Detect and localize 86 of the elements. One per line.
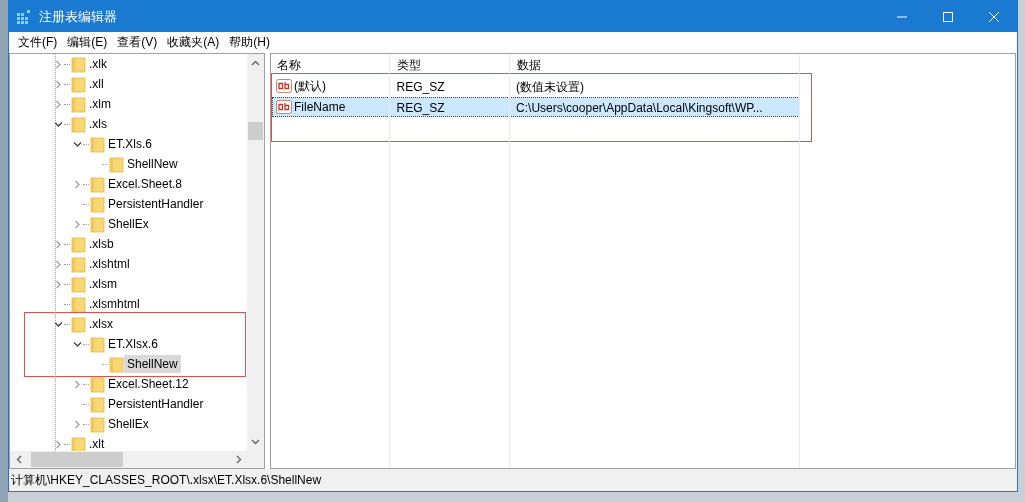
expand-chevron-icon[interactable] xyxy=(54,279,63,289)
maximize-icon[interactable] xyxy=(943,11,953,22)
folder-icon xyxy=(90,395,105,413)
tree-item[interactable]: .xlsb xyxy=(86,235,117,253)
menu-item[interactable]: 收藏夹(A) xyxy=(162,32,225,51)
menu-item[interactable]: 文件(F) xyxy=(13,32,63,51)
scroll-left-icon[interactable] xyxy=(16,455,22,464)
expand-chevron-icon[interactable] xyxy=(54,239,63,249)
folder-icon xyxy=(71,435,86,451)
tree-item[interactable]: .xlsx xyxy=(86,315,116,333)
table-cell: REG_SZ xyxy=(396,101,445,115)
value-row[interactable]: FileName REG_SZ C:\Users\cooper\AppData\Local\Kingsoft\WP... xyxy=(272,97,800,117)
folder-icon xyxy=(71,275,86,293)
table-cell: REG_SZ xyxy=(396,80,445,94)
folder-icon xyxy=(90,215,105,233)
registry-icon xyxy=(17,9,31,24)
collapse-chevron-icon[interactable] xyxy=(73,339,82,349)
expand-chevron-icon[interactable] xyxy=(54,79,63,89)
scroll-up-icon[interactable] xyxy=(251,60,260,66)
folder-icon xyxy=(71,75,86,93)
column-header[interactable]: 名称 xyxy=(271,54,391,76)
folder-icon xyxy=(90,195,105,213)
folder-icon xyxy=(71,235,86,253)
tree-item[interactable]: .xlshtml xyxy=(86,255,133,273)
collapse-chevron-icon[interactable] xyxy=(54,319,63,329)
tree-item[interactable]: PersistentHandler xyxy=(105,395,207,413)
tree-item[interactable]: .xlm xyxy=(86,95,114,113)
table-cell: (数值未设置) xyxy=(516,80,585,94)
status-bar-path: 计算机\HKEY_CLASSES_ROOT\.xlsx\ET.Xlsx.6\ShellNew xyxy=(11,472,322,489)
tree-item[interactable]: .xll xyxy=(86,75,107,93)
folder-icon xyxy=(71,315,86,333)
expand-chevron-icon[interactable] xyxy=(73,419,82,429)
folder-icon xyxy=(90,415,105,433)
tree-item[interactable]: Excel.Sheet.8 xyxy=(105,175,186,193)
folder-icon xyxy=(109,155,124,173)
tree-item[interactable]: .xlt xyxy=(86,435,108,451)
folder-icon xyxy=(109,355,124,373)
folder-icon xyxy=(90,375,105,393)
expand-chevron-icon[interactable] xyxy=(54,439,63,449)
tree-item[interactable]: PersistentHandler xyxy=(105,195,207,213)
scroll-right-icon[interactable] xyxy=(236,455,242,464)
column-header[interactable]: 类型 xyxy=(391,54,511,76)
table-cell: C:\Users\cooper\AppData\Local\Kingsoft\WP... xyxy=(516,101,763,115)
expand-chevron-icon[interactable] xyxy=(54,259,63,269)
folder-icon xyxy=(71,55,86,73)
value-row[interactable]: (默认) REG_SZ (数值未设置) xyxy=(272,76,800,96)
menu-item[interactable]: 查看(V) xyxy=(112,32,163,51)
tree-item[interactable]: ET.Xls.6 xyxy=(105,135,155,153)
folder-icon xyxy=(71,295,86,313)
window-title: 注册表编辑器 xyxy=(39,7,117,26)
table-cell-text: FileName xyxy=(293,99,346,116)
vertical-scrollbar[interactable] xyxy=(247,54,264,451)
column-header[interactable]: 数据 xyxy=(511,54,801,76)
tree-item[interactable]: .xlsmhtml xyxy=(86,295,143,313)
scroll-down-icon[interactable] xyxy=(251,439,260,445)
folder-icon xyxy=(90,175,105,193)
expand-chevron-icon[interactable] xyxy=(73,179,82,189)
menu-item[interactable]: 编辑(E) xyxy=(62,32,113,51)
scroll-thumb[interactable] xyxy=(31,452,123,467)
expand-chevron-icon[interactable] xyxy=(73,219,82,229)
horizontal-scrollbar[interactable] xyxy=(10,451,264,468)
tree-item[interactable]: .xlk xyxy=(86,55,110,73)
tree-item[interactable]: ShellNew xyxy=(124,355,181,373)
folder-icon xyxy=(71,95,86,113)
string-value-icon xyxy=(276,79,292,93)
scroll-thumb[interactable] xyxy=(248,122,263,140)
folder-icon xyxy=(71,115,86,133)
collapse-chevron-icon[interactable] xyxy=(73,139,82,149)
string-value-icon xyxy=(276,100,292,114)
expand-chevron-icon[interactable] xyxy=(54,99,63,109)
tree-item[interactable]: ShellNew xyxy=(124,155,181,173)
tree-item[interactable]: .xlsm xyxy=(86,275,120,293)
tree-item[interactable]: ShellEx xyxy=(105,215,152,233)
folder-icon xyxy=(90,135,105,153)
table-cell-text: (默认) xyxy=(293,78,326,95)
expand-chevron-icon[interactable] xyxy=(73,379,82,389)
close-icon[interactable] xyxy=(989,11,999,22)
folder-icon xyxy=(90,335,105,353)
folder-icon xyxy=(71,255,86,273)
tree-item[interactable]: .xls xyxy=(86,115,110,133)
menu-item[interactable]: 帮助(H) xyxy=(224,32,275,51)
tree-item[interactable]: ShellEx xyxy=(105,415,152,433)
collapse-chevron-icon[interactable] xyxy=(54,119,63,129)
tree-item[interactable]: ET.Xlsx.6 xyxy=(105,335,161,353)
tree-item[interactable]: Excel.Sheet.12 xyxy=(105,375,192,393)
expand-chevron-icon[interactable] xyxy=(54,59,63,69)
